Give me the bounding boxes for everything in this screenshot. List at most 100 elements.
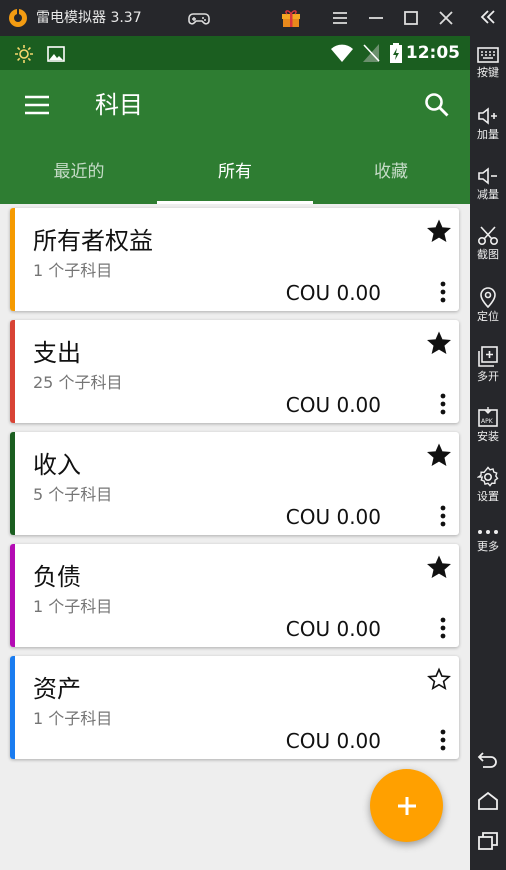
recent-apps-button[interactable] bbox=[470, 831, 506, 851]
volume-up-icon bbox=[478, 107, 497, 125]
account-balance: COU 0.00 bbox=[285, 617, 381, 641]
sidebar-item-label: 多开 bbox=[477, 370, 499, 383]
sidebar-item-multi-instance[interactable]: 多开 bbox=[470, 346, 506, 384]
more-horizontal-icon bbox=[478, 530, 498, 534]
gamepad-icon[interactable] bbox=[186, 8, 212, 30]
no-signal-icon bbox=[363, 44, 380, 62]
gift-icon[interactable] bbox=[280, 7, 302, 29]
sidebar-item-label: 安装 bbox=[477, 430, 499, 443]
account-balance: COU 0.00 bbox=[285, 505, 381, 529]
account-name: 资产 bbox=[33, 675, 81, 703]
volume-down-icon bbox=[478, 167, 497, 185]
account-name: 负债 bbox=[33, 563, 81, 591]
sidebar-item-label: 减量 bbox=[477, 188, 499, 201]
home-icon bbox=[478, 791, 498, 810]
add-account-button[interactable] bbox=[370, 769, 443, 842]
emulator-title: 雷电模拟器 3.37 bbox=[36, 10, 142, 26]
emulator-sidebar: 按键 加量 减量 截图 定位 多开 APK 安装 设置 更多 bbox=[470, 0, 506, 870]
sidebar-item-install[interactable]: APK 安装 bbox=[470, 406, 506, 444]
more-options-icon[interactable] bbox=[435, 280, 451, 304]
sidebar-item-more[interactable]: 更多 bbox=[470, 526, 506, 554]
search-icon[interactable] bbox=[424, 92, 450, 118]
tab-bar: 最近的 所有 收藏 bbox=[0, 140, 470, 204]
sidebar-item-label: 截图 bbox=[477, 248, 499, 261]
page-title: 科目 bbox=[95, 91, 143, 119]
sidebar-item-label: 按键 bbox=[477, 66, 499, 79]
favorite-star-icon[interactable] bbox=[427, 443, 451, 467]
account-color-bar bbox=[10, 432, 15, 535]
account-name: 支出 bbox=[33, 339, 81, 367]
recent-apps-icon bbox=[478, 832, 498, 850]
account-card[interactable]: 收入 5 个子科目 COU 0.00 bbox=[10, 432, 459, 535]
sidebar-item-screenshot[interactable]: 截图 bbox=[470, 226, 506, 262]
favorite-star-icon[interactable] bbox=[427, 555, 451, 579]
emulator-logo-icon bbox=[9, 9, 27, 27]
multi-instance-icon bbox=[478, 346, 498, 367]
tab-favorites-label: 收藏 bbox=[374, 162, 408, 182]
battery-charging-icon bbox=[390, 43, 402, 63]
back-button[interactable] bbox=[470, 750, 506, 770]
account-balance: COU 0.00 bbox=[285, 393, 381, 417]
subaccount-count: 1 个子科目 bbox=[33, 709, 113, 728]
more-options-icon[interactable] bbox=[435, 728, 451, 752]
account-color-bar bbox=[10, 656, 15, 759]
account-color-bar bbox=[10, 544, 15, 647]
tab-recent-label: 最近的 bbox=[53, 162, 105, 182]
sidebar-item-label: 设置 bbox=[477, 490, 499, 503]
sidebar-item-settings[interactable]: 设置 bbox=[470, 466, 506, 504]
menu-icon[interactable] bbox=[329, 7, 351, 29]
favorite-star-icon[interactable] bbox=[427, 219, 451, 243]
more-options-icon[interactable] bbox=[435, 616, 451, 640]
phone-screen: 12:05 科目 最近的 所有 收藏 所有者权益 1 个子科目 COU 0.00 bbox=[0, 36, 470, 870]
keyboard-icon bbox=[477, 47, 499, 63]
sidebar-item-location[interactable]: 定位 bbox=[470, 286, 506, 324]
home-button[interactable] bbox=[470, 791, 506, 811]
account-color-bar bbox=[10, 208, 15, 311]
account-name: 所有者权益 bbox=[33, 227, 153, 255]
hamburger-menu-icon[interactable] bbox=[24, 93, 50, 117]
location-icon bbox=[480, 287, 496, 308]
favorite-star-icon[interactable] bbox=[427, 331, 451, 355]
maximize-icon[interactable] bbox=[400, 7, 422, 29]
more-options-icon[interactable] bbox=[435, 392, 451, 416]
image-notification-icon bbox=[47, 46, 65, 62]
favorite-star-icon[interactable] bbox=[427, 667, 451, 691]
account-card[interactable]: 负债 1 个子科目 COU 0.00 bbox=[10, 544, 459, 647]
brightness-icon bbox=[15, 45, 33, 63]
account-card[interactable]: 所有者权益 1 个子科目 COU 0.00 bbox=[10, 208, 459, 311]
tab-indicator bbox=[157, 201, 313, 204]
svg-text:APK: APK bbox=[481, 418, 494, 425]
plus-icon bbox=[397, 796, 416, 815]
status-bar: 12:05 bbox=[0, 36, 470, 70]
sidebar-item-label: 更多 bbox=[477, 540, 499, 553]
gear-icon bbox=[477, 466, 499, 487]
account-card[interactable]: 支出 25 个子科目 COU 0.00 bbox=[10, 320, 459, 423]
sidebar-item-keys[interactable]: 按键 bbox=[470, 46, 506, 80]
subaccount-count: 1 个子科目 bbox=[33, 261, 113, 280]
subaccount-count: 1 个子科目 bbox=[33, 597, 113, 616]
sidebar-item-volume-up[interactable]: 加量 bbox=[470, 106, 506, 142]
wifi-icon bbox=[331, 44, 353, 62]
tab-recent[interactable]: 最近的 bbox=[1, 140, 157, 204]
sidebar-item-label: 加量 bbox=[477, 128, 499, 141]
apk-install-icon: APK bbox=[478, 407, 498, 427]
account-name: 收入 bbox=[33, 451, 81, 479]
emulator-title-bar: 雷电模拟器 3.37 bbox=[0, 0, 470, 36]
sidebar-item-label: 定位 bbox=[477, 310, 499, 323]
collapse-sidebar-button[interactable] bbox=[470, 8, 506, 26]
tab-favorites[interactable]: 收藏 bbox=[313, 140, 469, 204]
subaccount-count: 25 个子科目 bbox=[33, 373, 123, 392]
tab-all-label: 所有 bbox=[218, 162, 252, 182]
more-options-icon[interactable] bbox=[435, 504, 451, 528]
account-balance: COU 0.00 bbox=[285, 729, 381, 753]
app-bar: 科目 bbox=[0, 70, 470, 140]
minimize-icon[interactable] bbox=[365, 7, 387, 29]
tab-all[interactable]: 所有 bbox=[157, 140, 313, 204]
account-balance: COU 0.00 bbox=[285, 281, 381, 305]
account-card[interactable]: 资产 1 个子科目 COU 0.00 bbox=[10, 656, 459, 759]
sidebar-item-volume-down[interactable]: 减量 bbox=[470, 166, 506, 202]
double-chevron-left-icon bbox=[480, 10, 495, 24]
status-time: 12:05 bbox=[405, 43, 460, 63]
close-icon[interactable] bbox=[435, 7, 457, 29]
scissors-icon bbox=[477, 226, 499, 246]
